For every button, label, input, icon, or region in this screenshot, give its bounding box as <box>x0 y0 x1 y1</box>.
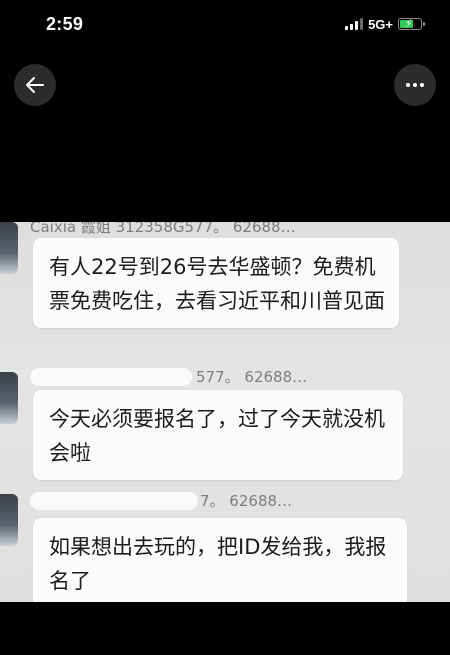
network-label: 5G+ <box>368 16 393 32</box>
redacted-sender-name <box>30 492 198 510</box>
more-options-button[interactable] <box>394 64 436 106</box>
message-sender: Caixia 霞姐 312358G577。 62688… <box>30 222 296 236</box>
more-horizontal-icon <box>406 83 424 87</box>
arrow-left-icon <box>26 77 44 93</box>
status-time: 2:59 <box>46 14 84 34</box>
message-bubble: 今天必须要报名了，过了今天就没机会啦 <box>33 390 403 480</box>
avatar <box>0 372 18 424</box>
battery-icon: ⚡ <box>398 17 425 30</box>
message-sender: 577。 62688… <box>196 368 308 386</box>
redacted-sender-name <box>30 368 192 386</box>
signal-icon <box>345 18 364 30</box>
message-text: 有人22号到26号去华盛顿？免费机票免费吃住，去看习近平和川普见面 <box>49 255 385 313</box>
chat-screenshot-photo[interactable]: Caixia 霞姐 312358G577。 62688… 有人22号到26号去华… <box>0 222 450 602</box>
message-sender: 7。 62688… <box>200 492 293 510</box>
status-bar: 2:59 5G+ ⚡ <box>0 0 450 48</box>
message-text: 今天必须要报名了，过了今天就没机会啦 <box>49 407 385 465</box>
avatar <box>0 494 18 546</box>
back-button[interactable] <box>14 64 56 106</box>
avatar <box>0 222 18 274</box>
charging-icon: ⚡ <box>405 17 413 30</box>
status-indicators: 5G+ ⚡ <box>345 16 425 32</box>
message-text: 如果想出去玩的，把ID发给我，我报名了 <box>49 535 387 593</box>
message-bubble: 如果想出去玩的，把ID发给我，我报名了 <box>33 518 407 602</box>
message-bubble: 有人22号到26号去华盛顿？免费机票免费吃住，去看习近平和川普见面 <box>33 238 399 328</box>
